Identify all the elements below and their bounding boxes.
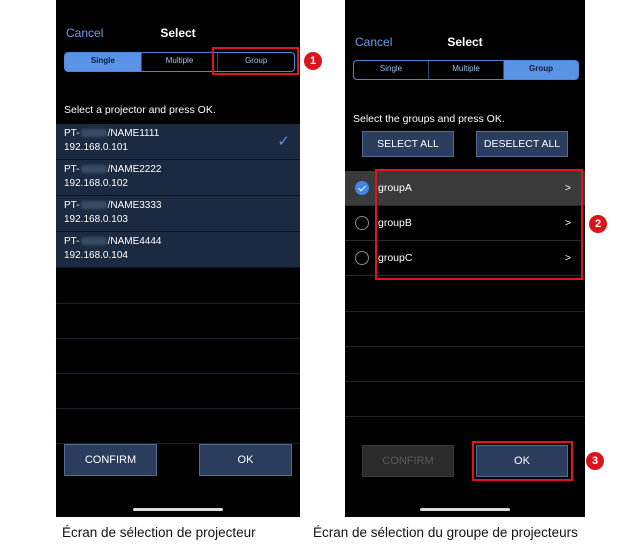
nav-bar: Cancel Select: [56, 0, 300, 48]
redacted-model: [80, 129, 107, 138]
radio-unchecked-icon[interactable]: [355, 216, 369, 230]
tab-single[interactable]: Single: [65, 53, 142, 71]
projector-name: /NAME2222: [107, 164, 162, 175]
callout-badge-2: 2: [589, 215, 607, 233]
callout-highlight-ok: [472, 441, 573, 481]
tab-group[interactable]: Group: [504, 61, 578, 79]
select-all-button[interactable]: SELECT ALL: [362, 131, 454, 157]
home-indicator: [420, 508, 510, 511]
projector-name: /NAME3333: [107, 200, 162, 211]
model-prefix: PT-: [64, 164, 80, 175]
projector-ip: 192.168.0.104: [64, 250, 128, 261]
deselect-all-button[interactable]: DESELECT ALL: [476, 131, 568, 157]
projector-ip: 192.168.0.103: [64, 214, 128, 225]
redacted-model: [80, 165, 107, 174]
model-prefix: PT-: [64, 200, 80, 211]
home-indicator: [133, 508, 223, 511]
tab-multiple[interactable]: Multiple: [429, 61, 504, 79]
empty-list-area: [56, 269, 300, 444]
callout-highlight-group-list: [375, 169, 583, 280]
projector-ip: 192.168.0.102: [64, 178, 128, 189]
redacted-model: [80, 237, 107, 246]
confirm-button[interactable]: CONFIRM: [64, 444, 157, 476]
tab-single[interactable]: Single: [354, 61, 429, 79]
projector-row[interactable]: PT- /NAME3333 192.168.0.103: [56, 196, 300, 232]
caption-projector-screen: Écran de sélection de projecteur: [62, 525, 256, 540]
projector-list: PT- /NAME1111 192.168.0.101 ✓ PT- /NAME222…: [56, 124, 300, 268]
callout-highlight-group-tab: [212, 47, 299, 75]
checkmark-icon: ✓: [277, 133, 290, 150]
instruction-text: Select a projector and press OK.: [64, 104, 216, 116]
projector-row[interactable]: PT- /NAME2222 192.168.0.102: [56, 160, 300, 196]
projector-row[interactable]: PT- /NAME1111 192.168.0.101 ✓: [56, 124, 300, 160]
mode-segmented-control: Single Multiple Group: [353, 60, 579, 80]
nav-title: Select: [160, 26, 196, 40]
projector-name: /NAME4444: [107, 236, 162, 247]
radio-unchecked-icon[interactable]: [355, 251, 369, 265]
ok-button[interactable]: OK: [199, 444, 292, 476]
model-prefix: PT-: [64, 128, 80, 139]
caption-group-screen: Écran de sélection du groupe de projecte…: [313, 525, 578, 540]
model-prefix: PT-: [64, 236, 80, 247]
callout-badge-3: 3: [586, 452, 604, 470]
nav-title: Select: [447, 35, 483, 49]
instruction-text: Select the groups and press OK.: [353, 113, 505, 125]
projector-select-screen: Cancel Select Single Multiple Group Sele…: [56, 0, 300, 517]
projector-ip: 192.168.0.101: [64, 142, 128, 153]
redacted-model: [80, 201, 107, 210]
radio-checked-icon[interactable]: [355, 181, 369, 195]
tab-multiple[interactable]: Multiple: [142, 53, 219, 71]
nav-bar: Cancel Select: [345, 0, 585, 49]
callout-badge-1: 1: [304, 52, 322, 70]
confirm-button[interactable]: CONFIRM: [362, 445, 454, 477]
projector-row[interactable]: PT- /NAME4444 192.168.0.104: [56, 232, 300, 268]
empty-list-area: [345, 277, 585, 417]
projector-name: /NAME1111: [107, 128, 160, 139]
